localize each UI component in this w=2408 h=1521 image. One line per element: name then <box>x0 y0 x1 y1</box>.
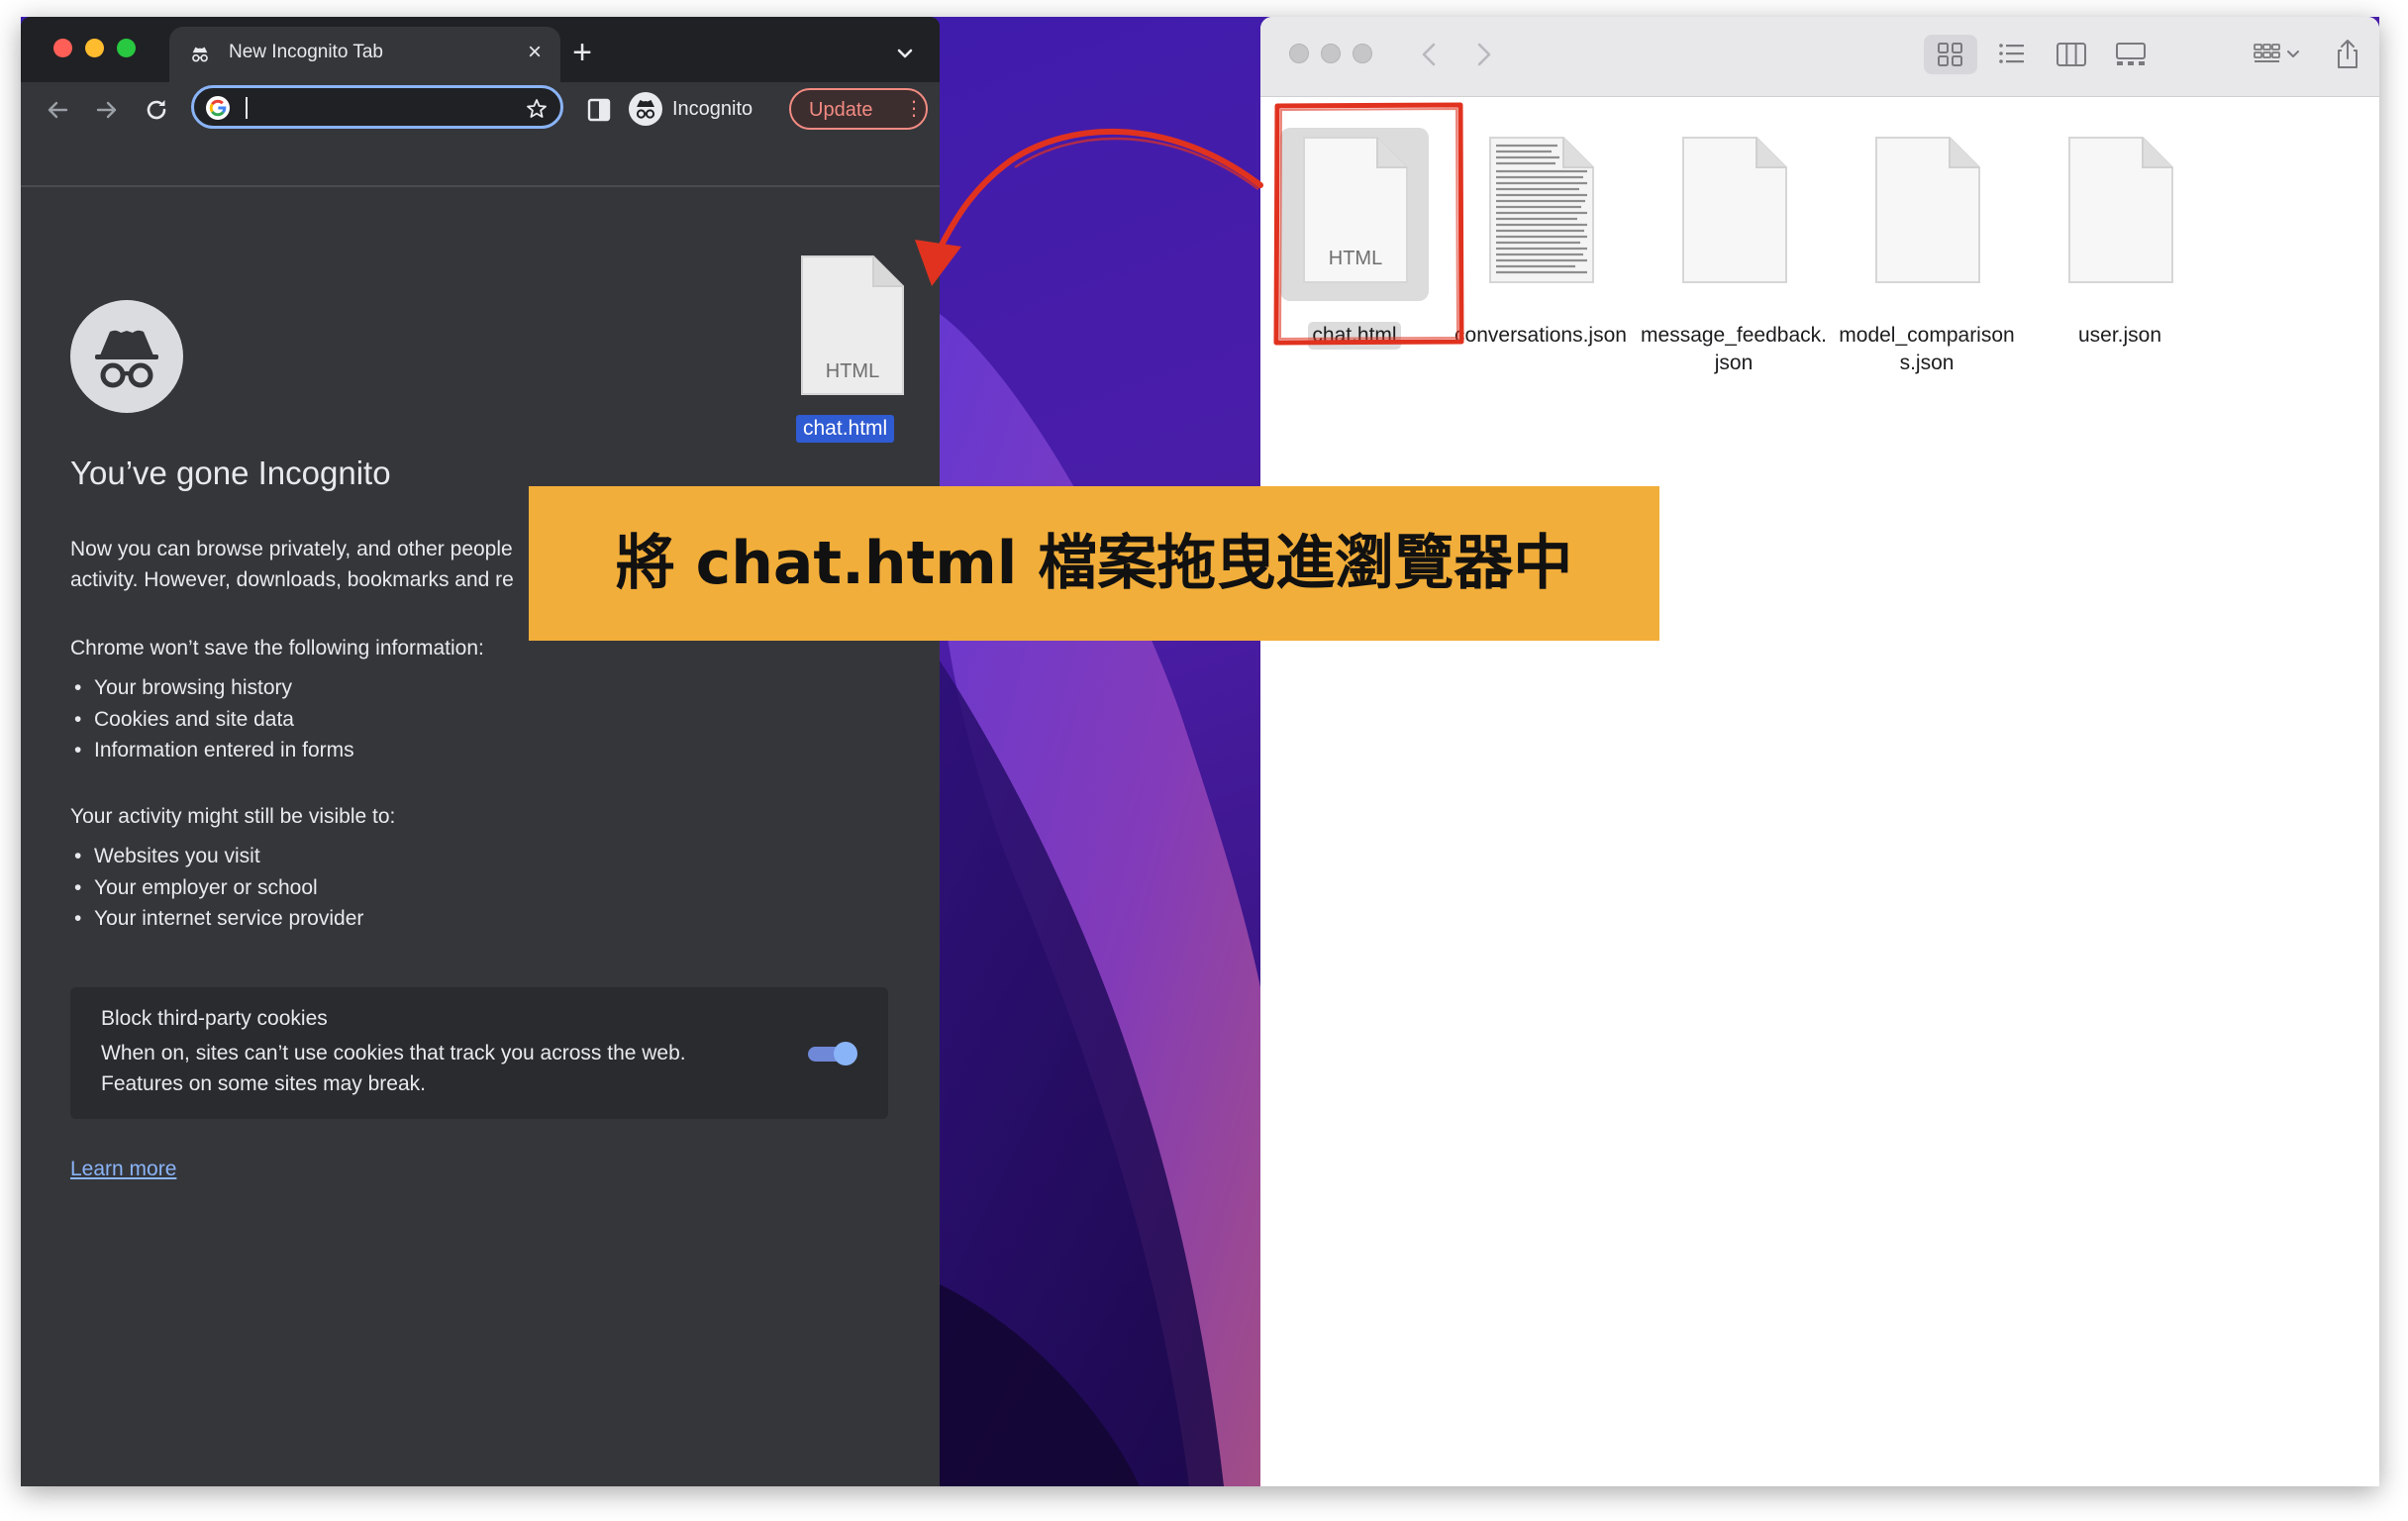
gallery-view-button[interactable] <box>2104 35 2157 74</box>
minimize-window-button[interactable] <box>1321 44 1341 63</box>
incognito-avatar <box>629 92 662 126</box>
file-name: user.json <box>2077 324 2162 347</box>
not-saved-list: Your browsing history Cookies and site d… <box>70 672 354 766</box>
list-item: Cookies and site data <box>70 704 354 736</box>
highlight-box <box>1273 102 1464 346</box>
minimize-window-button[interactable] <box>85 39 104 57</box>
close-icon[interactable]: × <box>521 39 549 66</box>
more-menu-icon[interactable]: ⋮ <box>904 99 924 119</box>
list-item: Information entered in forms <box>70 735 354 766</box>
incognito-icon <box>95 330 158 388</box>
json-file-preview-icon <box>1489 137 1594 283</box>
zoom-window-button[interactable] <box>117 39 136 57</box>
dragged-file-label: chat.html <box>796 415 895 443</box>
close-window-button[interactable] <box>53 39 72 57</box>
cookie-desc-line: Features on some sites may break. <box>101 1072 426 1095</box>
visible-to-heading: Your activity might still be visible to: <box>70 805 396 828</box>
address-input[interactable] <box>251 93 503 125</box>
reload-icon[interactable] <box>142 95 171 125</box>
list-item: Your employer or school <box>70 872 363 904</box>
chevron-left-icon[interactable] <box>1415 39 1445 70</box>
column-view-button[interactable] <box>2045 35 2098 74</box>
share-icon <box>2338 40 2358 68</box>
json-file-icon <box>1875 137 1980 283</box>
screenshot-frame: New Incognito Tab × + Incognito Update ⋮… <box>21 17 2379 1486</box>
icon-view-button[interactable] <box>1924 35 1977 74</box>
back-arrow-icon[interactable] <box>43 95 72 125</box>
incognito-icon <box>192 47 208 62</box>
not-saved-heading: Chrome won’t save the following informat… <box>70 637 484 659</box>
side-panel-icon[interactable] <box>585 96 613 124</box>
page-title: You’ve gone Incognito <box>70 455 391 491</box>
chrome-window: New Incognito Tab × + Incognito Update ⋮… <box>21 17 940 1486</box>
group-by-button[interactable] <box>2245 35 2308 74</box>
group-icon <box>2254 44 2299 62</box>
file-name: conversations.json <box>1455 324 1627 347</box>
incognito-profile-button[interactable]: Incognito <box>627 88 805 130</box>
grid-icon <box>1938 43 1962 66</box>
cookie-card-title: Block third-party cookies <box>101 1007 328 1030</box>
chevron-right-icon[interactable] <box>1468 39 1498 70</box>
google-icon <box>206 96 230 120</box>
list-view-button[interactable] <box>1985 35 2039 74</box>
browser-toolbar: Incognito Update ⋮ <box>21 82 940 138</box>
learn-more-link[interactable]: Learn more <box>70 1158 176 1181</box>
close-window-button[interactable] <box>1289 44 1309 63</box>
update-button[interactable]: Update ⋮ <box>789 88 928 130</box>
cookie-desc-line: When on, sites can’t use cookies that tr… <box>101 1042 686 1065</box>
visible-to-list: Websites you visit Your employer or scho… <box>70 841 363 935</box>
bookmark-star-icon[interactable] <box>525 97 549 121</box>
incognito-spy-icon <box>70 300 183 413</box>
json-file-icon <box>2068 137 2173 283</box>
html-file-icon: HTML <box>801 255 904 395</box>
instruction-banner: 將 chat.html 檔案拖曳進瀏覽器中 <box>529 486 1659 641</box>
list-item: Your browsing history <box>70 672 354 704</box>
share-button[interactable] <box>2328 35 2367 74</box>
dragged-html-file[interactable]: HTML chat.html <box>778 254 917 453</box>
gallery-icon <box>2116 43 2146 65</box>
tab-strip: New Incognito Tab × + <box>21 17 940 82</box>
update-label: Update <box>809 99 873 121</box>
file-name: model_comparisons.json <box>1839 324 2015 374</box>
list-item: Your internet service provider <box>70 903 363 935</box>
file-name: message_feedback.json <box>1641 324 1827 374</box>
json-file-icon <box>1682 137 1787 283</box>
tab-new-incognito[interactable]: New Incognito Tab × <box>169 27 560 82</box>
new-tab-button[interactable]: + <box>565 36 599 70</box>
list-item: Websites you visit <box>70 841 363 872</box>
incognito-icon <box>636 100 655 119</box>
chevron-down-icon[interactable] <box>892 41 918 66</box>
incognito-label: Incognito <box>672 98 753 120</box>
text-caret <box>246 97 248 119</box>
third-party-cookies-card: Block third-party cookies When on, sites… <box>70 987 888 1119</box>
file-badge: HTML <box>826 360 879 382</box>
list-icon <box>1999 44 2024 63</box>
cookie-card-description: When on, sites can’t use cookies that tr… <box>101 1038 735 1099</box>
toggle-knob <box>834 1042 857 1065</box>
forward-arrow-icon[interactable] <box>92 95 122 125</box>
tab-title: New Incognito Tab <box>229 42 383 62</box>
finder-toolbar <box>1260 17 2379 97</box>
block-cookies-toggle[interactable] <box>808 1042 857 1065</box>
zoom-window-button[interactable] <box>1353 44 1372 63</box>
columns-icon <box>2057 43 2086 66</box>
omnibox[interactable] <box>191 85 563 129</box>
